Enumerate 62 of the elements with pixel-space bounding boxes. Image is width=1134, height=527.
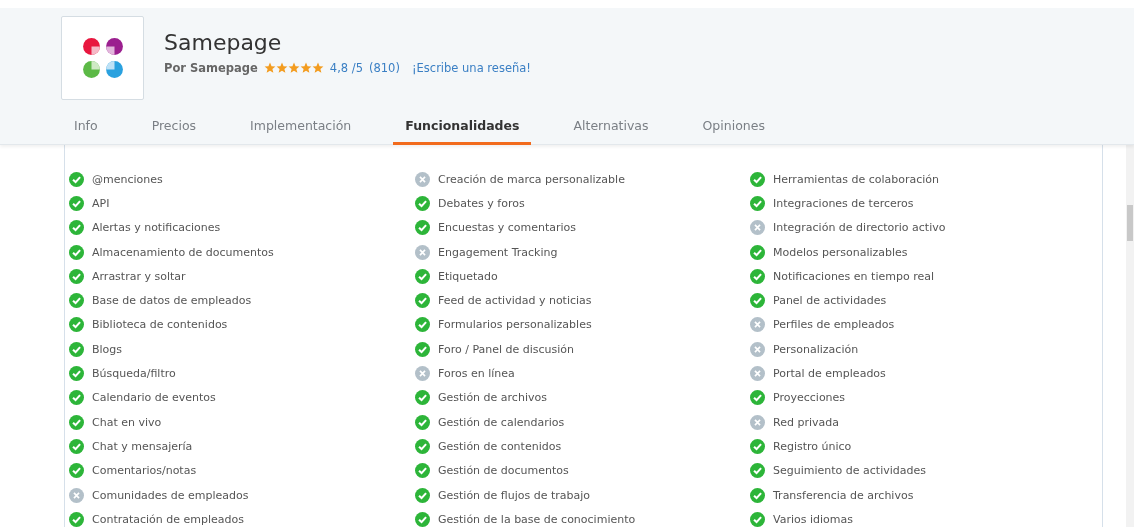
feature-label: Foro / Panel de discusión (438, 342, 575, 356)
feature-label: Biblioteca de contenidos (92, 318, 228, 332)
feature-label: Base de datos de empleados (92, 294, 252, 308)
tab[interactable]: Precios (151, 112, 197, 145)
feature-label: Búsqueda/filtro (92, 367, 176, 380)
feature-label: Gestión de la base de conocimiento (438, 512, 636, 526)
star-icon (299, 62, 312, 74)
feature-label: Personalización (773, 342, 859, 356)
feature-label: Proyecciones (773, 391, 846, 405)
feature-label: Portal de empleados (773, 367, 886, 380)
feature-label: Modelos personalizables (773, 245, 908, 259)
feature-label: Engagement Tracking (438, 245, 558, 259)
feature-label: Panel de actividades (773, 294, 887, 308)
feature-label: Notificaciones en tiempo real (773, 269, 934, 283)
feature-label: Varios idiomas (773, 512, 853, 526)
feature-label: Gestión de archivos (438, 391, 547, 405)
tab[interactable]: Funcionalidades (393, 112, 532, 145)
feature-label: Etiquetado (438, 269, 498, 283)
feature-label: Herramientas de colaboración (773, 172, 940, 186)
feature-label: Gestión de calendarios (438, 415, 565, 429)
feature-label: Gestión de documentos (438, 464, 569, 478)
feature-label: Calendario de eventos (92, 391, 216, 405)
feature-label: API (92, 196, 110, 210)
feature-label: Registro único (773, 439, 852, 453)
feature-label: Comunidades de empleados (92, 488, 249, 502)
feature-label: Almacenamiento de documentos (92, 245, 274, 259)
feature-label: Chat en vivo (92, 415, 162, 429)
feature-label: Debates y foros (438, 196, 525, 210)
star-icon (263, 62, 276, 74)
feature-label: Arrastrar y soltar (92, 269, 186, 283)
feature-label: Chat y mensajería (92, 439, 193, 453)
tab[interactable]: Info (74, 112, 98, 145)
feature-label: Gestión de contenidos (438, 439, 562, 453)
feature-label: Alertas y notificaciones (92, 221, 221, 235)
rating-score: 4,8 /5 (329, 61, 363, 75)
star-icon (311, 62, 324, 74)
feature-label: Transferencia de archivos (773, 488, 914, 502)
feature-label: Perfiles de empleados (773, 318, 895, 332)
tab[interactable]: Opiniones (702, 112, 765, 145)
feature-label: Integración de directorio activo (773, 221, 946, 235)
feature-label: Comentarios/notas (92, 464, 197, 478)
feature-label: Seguimiento de actividades (773, 464, 926, 478)
feature-label: @menciones (92, 172, 163, 186)
feature-label: Contratación de empleados (92, 512, 245, 526)
feature-label: Creación de marca personalizable (438, 172, 625, 186)
feature-label: Foros en línea (438, 367, 515, 380)
feature-label: Integraciones de terceros (773, 196, 914, 210)
feature-label: Gestión de flujos de trabajo (438, 488, 591, 502)
tab[interactable]: Implementación (250, 112, 352, 145)
tab[interactable]: Alternativas (573, 112, 649, 145)
star-icon (287, 62, 300, 74)
feature-label: Red privada (773, 415, 839, 429)
feature-label: Feed de actividad y noticias (438, 294, 592, 308)
feature-label: Blogs (92, 342, 123, 356)
vendor-name: Por Samepage (164, 61, 258, 75)
feature-label: Formularios personalizables (438, 318, 592, 332)
scrollbar[interactable] (1126, 145, 1134, 527)
review-count[interactable]: (810) (369, 61, 400, 75)
star-icon (275, 62, 288, 74)
feature-label: Encuestas y comentarios (438, 221, 577, 235)
write-review-link[interactable]: ¡Escribe una reseña! (411, 61, 531, 75)
product-name: Samepage (164, 30, 283, 55)
